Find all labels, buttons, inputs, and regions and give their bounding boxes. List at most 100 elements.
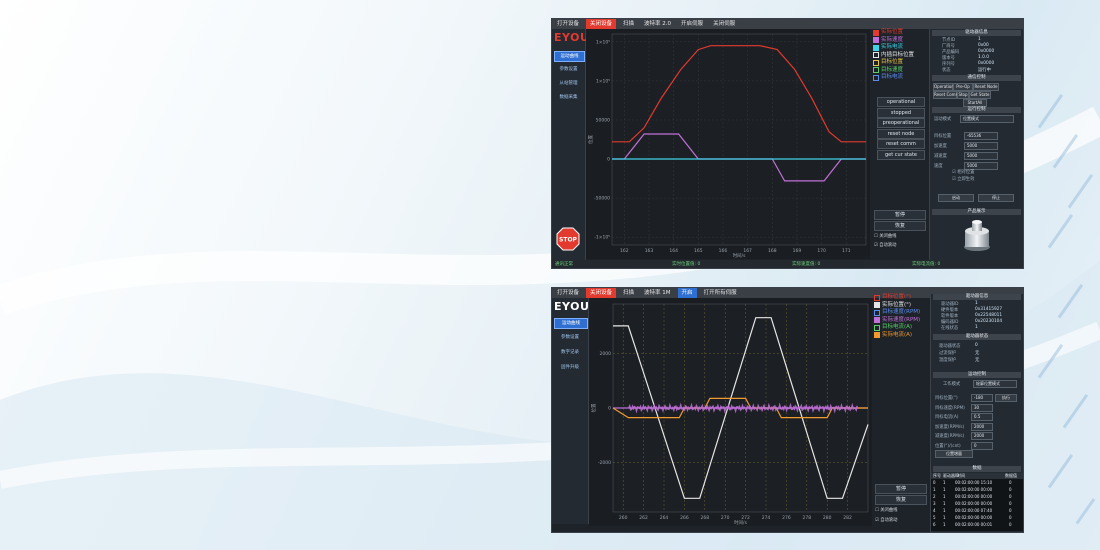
- nav-item-slave[interactable]: 从站管理: [554, 79, 583, 88]
- param-input[interactable]: 2000: [971, 422, 993, 431]
- position-increment-button[interactable]: 位置增量: [935, 450, 973, 458]
- nav-item-params[interactable]: 参数设置: [554, 65, 583, 74]
- legend-item-0[interactable]: 实际位置: [873, 29, 914, 37]
- legend-item-5[interactable]: 实际电流(A): [874, 332, 920, 340]
- toolbar-button-0[interactable]: 打开设备: [554, 289, 582, 297]
- param-input[interactable]: 30: [971, 403, 993, 412]
- legend-checkbox[interactable]: [874, 302, 880, 309]
- nmt-button-5[interactable]: get cur state: [877, 149, 925, 160]
- toolbar-button-3[interactable]: 波特率 2.0: [641, 20, 674, 28]
- legend-checkbox[interactable]: [873, 67, 879, 74]
- nmt-button-2[interactable]: preoperational: [877, 118, 925, 128]
- nav-item-data[interactable]: 数据采集: [554, 93, 583, 102]
- nmt-button-4[interactable]: reset comm: [877, 139, 925, 149]
- nmt-button-1[interactable]: stopped: [877, 107, 925, 118]
- comm-button-1[interactable]: Pre-Op: [953, 83, 973, 91]
- comm-button-0[interactable]: Operational: [933, 83, 957, 91]
- close-curve-check[interactable]: ☐ 关闭曲线: [875, 507, 897, 513]
- param-label: 减速度(RPM/s): [935, 434, 965, 439]
- stop-button[interactable]: STOP: [556, 227, 580, 251]
- legend-checkbox[interactable]: [873, 44, 879, 51]
- brand-logo: EYOU: [554, 31, 590, 44]
- resume-button[interactable]: 恢复: [875, 495, 927, 505]
- legend-item-3[interactable]: 实际速度(RPM): [874, 317, 920, 325]
- nav-item-curve[interactable]: 运动曲线: [554, 51, 585, 62]
- param-input[interactable]: 5000: [964, 152, 998, 160]
- toolbar-button-5[interactable]: 打开所有伺服: [701, 289, 740, 297]
- nav-item-records[interactable]: 数字记录: [554, 348, 586, 357]
- relative-check[interactable]: ☑ 相对位置: [952, 169, 974, 175]
- close-curve-check[interactable]: ☐ 关闭曲线: [874, 233, 896, 239]
- legend-item-1[interactable]: 实际速度: [873, 37, 914, 45]
- nav-item-curve[interactable]: 运动曲线: [554, 318, 588, 329]
- x-axis-label: 时间/s: [733, 252, 747, 259]
- legend-item-2[interactable]: 目标速度(RPM): [874, 309, 920, 317]
- legend-checkbox[interactable]: [874, 332, 880, 339]
- nav-item-params[interactable]: 参数设置: [554, 333, 586, 342]
- auto-scroll-check[interactable]: ☑ 自动滚动: [874, 242, 896, 248]
- comm-button-3[interactable]: Reset Comm: [933, 91, 959, 99]
- table-row[interactable]: 3 1 00:02:00:00 00:00 0: [931, 501, 1023, 507]
- legend-item-2[interactable]: 实际电流: [873, 44, 914, 52]
- toolbar-button-1[interactable]: 关闭设备: [586, 19, 617, 29]
- param-input[interactable]: 5000: [964, 142, 998, 150]
- immediate-check[interactable]: ☑ 立即生效: [952, 176, 974, 182]
- auto-scroll-check[interactable]: ☑ 自动滚动: [875, 517, 897, 523]
- param-input[interactable]: 0: [971, 441, 993, 450]
- table-row[interactable]: 6 1 00:02:00:00 00:01 0: [931, 522, 1023, 528]
- nmt-button-0[interactable]: operational: [877, 97, 925, 107]
- legend-checkbox[interactable]: [874, 324, 880, 331]
- info-value: 0x20230104: [975, 319, 1003, 324]
- legend-checkbox[interactable]: [873, 52, 879, 59]
- table-row[interactable]: 0 1 00:02:00:00 15:10 0: [931, 480, 1023, 486]
- resume-button[interactable]: 恢复: [874, 221, 926, 231]
- legend-checkbox[interactable]: [874, 317, 880, 324]
- table-row[interactable]: 1 1 00:02:00:00 00:00 0: [931, 487, 1023, 493]
- nav-item-firmware[interactable]: 固件升级: [554, 363, 586, 372]
- table-row[interactable]: 2 1 00:02:00:00 00:00 0: [931, 494, 1023, 500]
- info-value: 0x0000: [978, 49, 995, 54]
- pause-button[interactable]: 暂停: [874, 210, 926, 220]
- toolbar-button-4[interactable]: 开启: [677, 288, 697, 298]
- toolbar-button-0[interactable]: 打开设备: [554, 20, 582, 28]
- nmt-button-3[interactable]: reset node: [877, 128, 925, 139]
- legend-item-1[interactable]: 实际位置(°): [874, 302, 920, 310]
- legend-item-4[interactable]: 目标电流(A): [874, 324, 920, 332]
- legend-checkbox[interactable]: [873, 74, 879, 81]
- table-row[interactable]: 5 1 00:02:00:00 00:00 0: [931, 515, 1023, 521]
- toolbar-button-3[interactable]: 波特率 1M: [641, 289, 674, 297]
- legend-item-6[interactable]: 目标电流: [873, 74, 914, 82]
- legend-checkbox[interactable]: [873, 37, 879, 44]
- pause-button[interactable]: 暂停: [875, 484, 927, 494]
- table-row[interactable]: 4 1 00:02:00:00 07:40 0: [931, 508, 1023, 514]
- legend-checkbox[interactable]: [873, 29, 879, 36]
- legend-item-4[interactable]: 目标位置: [873, 59, 914, 67]
- comm-button-4[interactable]: Stop: [957, 91, 969, 99]
- legend-checkbox[interactable]: [873, 59, 879, 66]
- start-button[interactable]: 启动: [938, 194, 974, 202]
- legend-item-0[interactable]: 目标位置(°): [874, 294, 920, 302]
- comm-button-2[interactable]: Reset Node: [973, 83, 999, 91]
- mode-select[interactable]: 位置模式: [960, 115, 1014, 123]
- info-key: 驱动器状态: [939, 344, 961, 349]
- toolbar-button-2[interactable]: 扫描: [620, 289, 637, 297]
- param-input[interactable]: 2000: [971, 432, 993, 440]
- comm-button-5[interactable]: Get State: [969, 91, 991, 99]
- x-tick-label: 163: [645, 248, 654, 254]
- toolbar-button-2[interactable]: 扫描: [620, 20, 637, 28]
- execute-button[interactable]: 执行: [995, 394, 1017, 402]
- toolbar-button-1[interactable]: 关闭设备: [586, 288, 617, 298]
- comm-button-6[interactable]: StartAll: [963, 99, 987, 107]
- legend-item-5[interactable]: 目标速度: [873, 67, 914, 75]
- stop-run-button[interactable]: 停止: [978, 194, 1014, 202]
- mode-select[interactable]: 轮廓位置模式: [973, 380, 1017, 388]
- legend-item-3[interactable]: 内插目标位置: [873, 52, 914, 60]
- param-input[interactable]: -180: [971, 394, 993, 402]
- param-input[interactable]: 0.5: [971, 413, 993, 421]
- legend-checkbox[interactable]: [874, 309, 880, 316]
- toolbar-button-5[interactable]: 关闭伺服: [710, 20, 738, 28]
- info-value: 无: [975, 351, 980, 356]
- legend-checkbox[interactable]: [874, 294, 880, 301]
- toolbar-button-4[interactable]: 开启伺服: [678, 20, 706, 28]
- param-input[interactable]: -65536: [964, 132, 998, 140]
